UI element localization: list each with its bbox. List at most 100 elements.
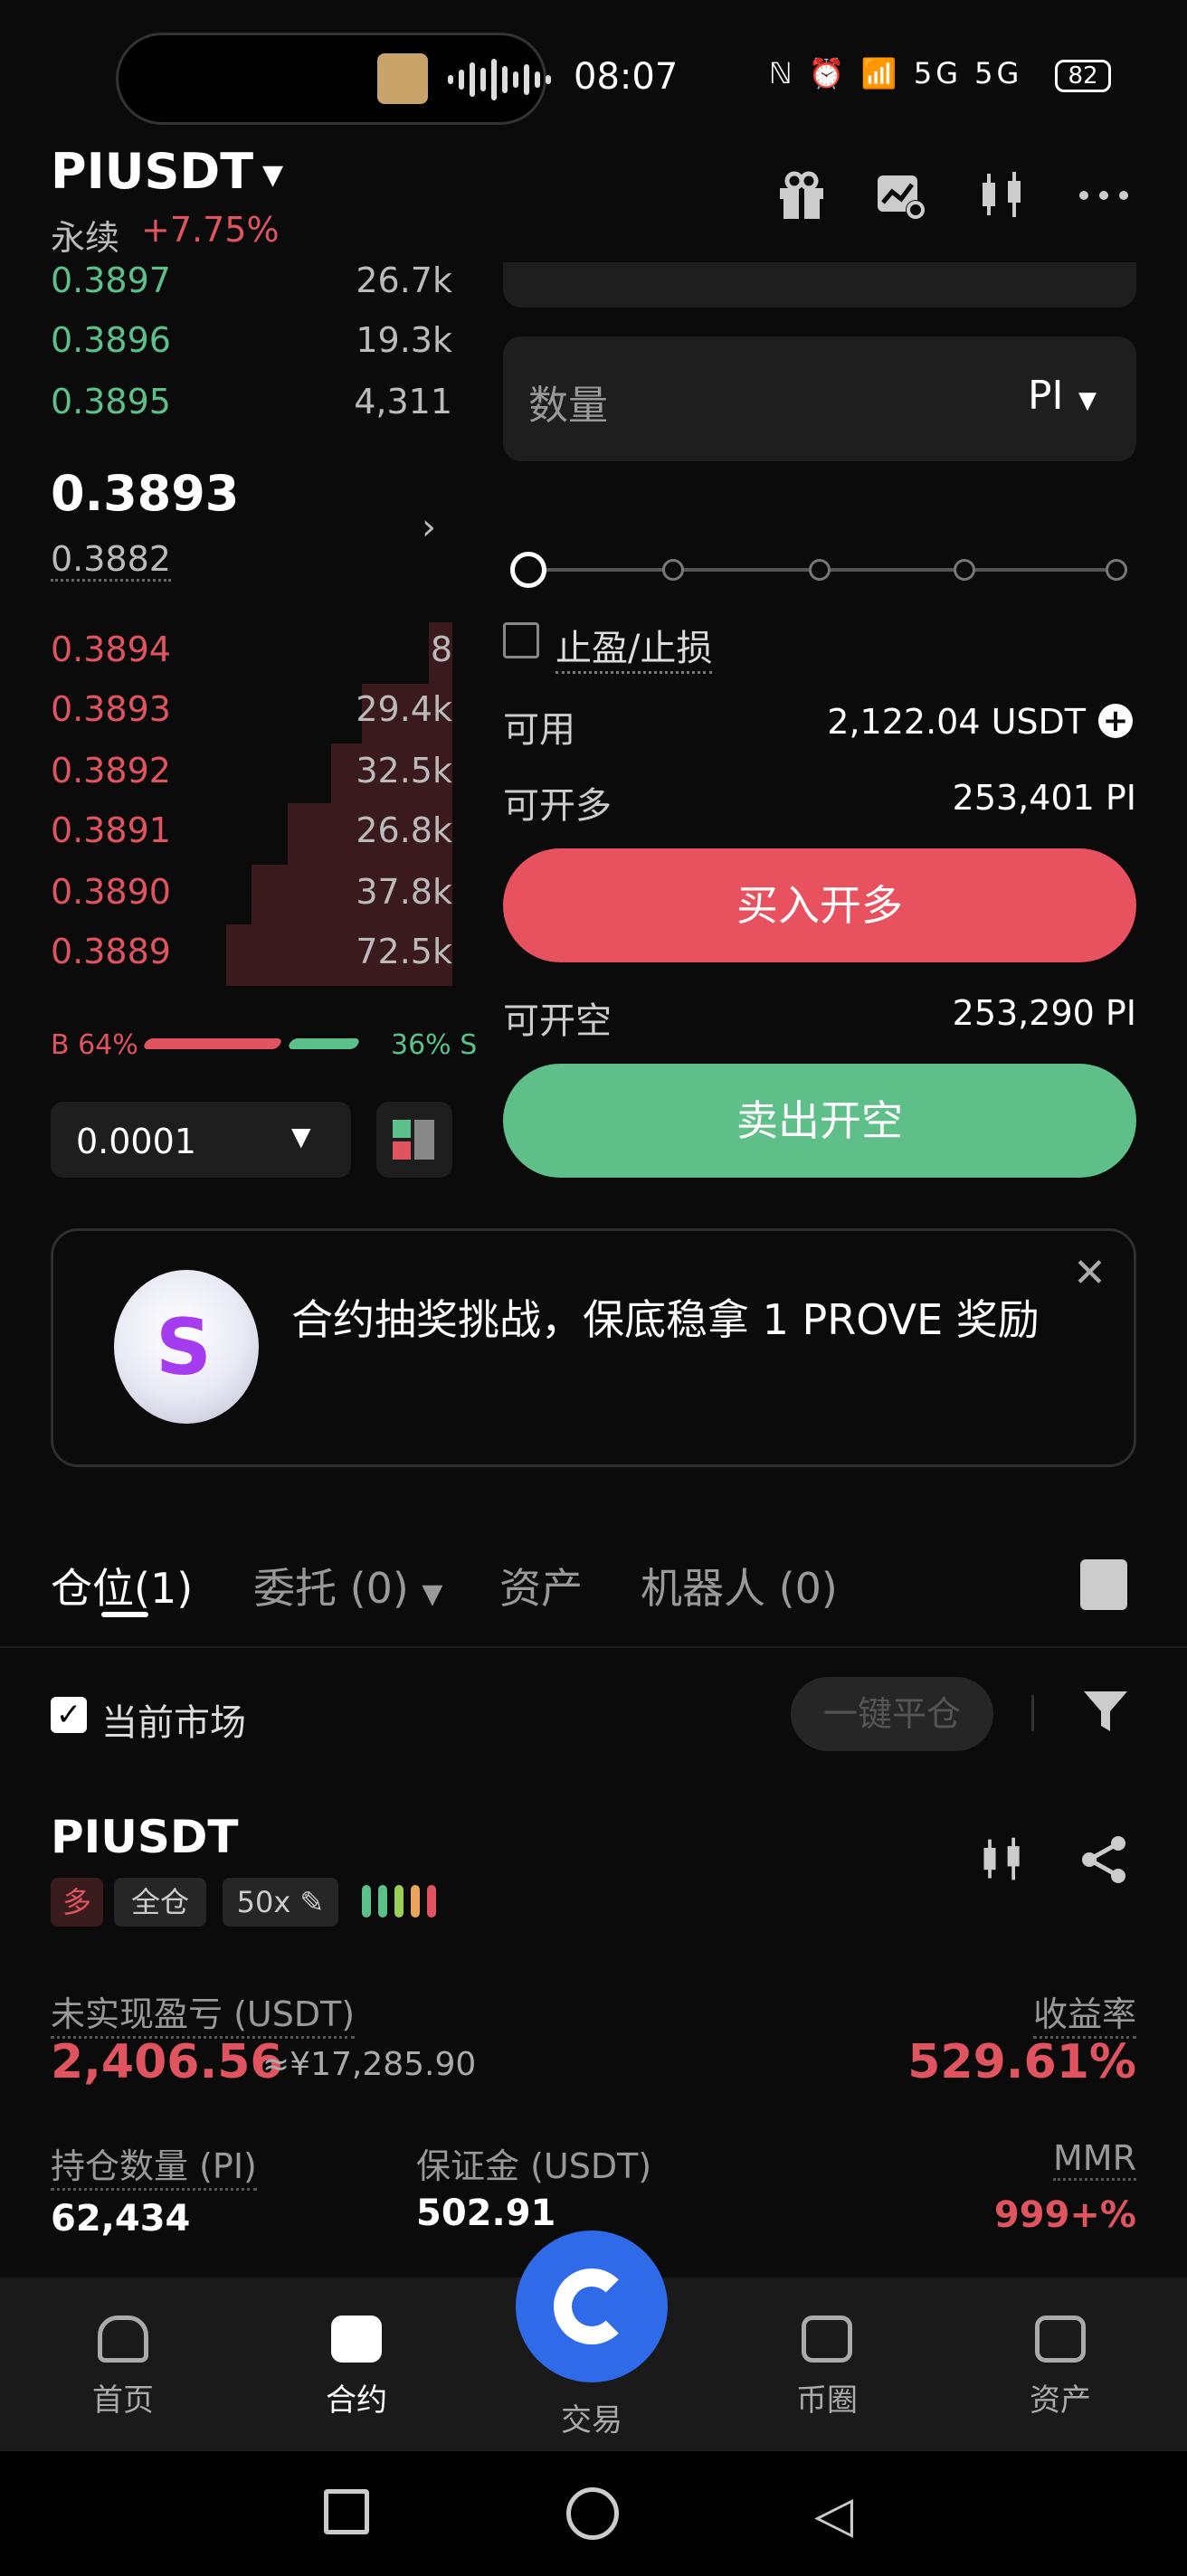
document-icon[interactable] [1080, 1559, 1127, 1610]
share-icon[interactable] [1078, 1834, 1129, 1897]
nav-label: 首页 [92, 2382, 154, 2419]
nav-community[interactable]: 币圈 [736, 2316, 917, 2420]
can-long-value: 253,401 PI [952, 778, 1136, 818]
tab-underline [101, 1612, 148, 1617]
orderbook-row[interactable]: 0.3890 37.8k [51, 872, 452, 926]
quantity-label: 数量 [528, 383, 608, 429]
position-pair[interactable]: PIUSDT [51, 1811, 238, 1863]
pair-selector[interactable]: PIUSDT [51, 143, 253, 200]
slider-step[interactable] [662, 559, 684, 581]
orderbook-row[interactable]: 0.3891 26.8k [51, 810, 452, 865]
order-qty: 72.5k [356, 932, 452, 971]
futures-icon [331, 2316, 382, 2363]
risk-level-bars [362, 1885, 443, 1921]
order-price: 0.3896 [51, 320, 171, 360]
pnl-cny: ≈¥17,285.90 [262, 2046, 477, 2083]
roe-value: 529.61% [907, 2035, 1136, 2089]
nav-label[interactable]: 交易 [516, 2395, 668, 2439]
buy-long-button[interactable]: 买入开多 [503, 848, 1136, 962]
order-qty: 32.5k [356, 751, 452, 791]
tab-bots[interactable]: 机器人 (0) [641, 1556, 838, 1615]
orderbook-row[interactable]: 0.3895 4,311 [51, 382, 452, 436]
leverage-badge[interactable]: 50x ✎ [223, 1878, 338, 1927]
order-price: 0.3889 [51, 932, 171, 971]
orderbook-row[interactable]: 0.3892 32.5k [51, 751, 452, 805]
amount-slider-handle[interactable] [510, 552, 546, 588]
wallet-icon [1035, 2316, 1086, 2363]
tp-sl-label[interactable]: 止盈/止损 [556, 619, 713, 674]
order-qty: 29.4k [356, 689, 452, 729]
chevron-right-icon[interactable]: › [422, 507, 436, 548]
nav-label: 币圈 [796, 2382, 858, 2419]
divider [0, 1646, 1187, 1648]
size-label[interactable]: 持仓数量 (PI) [51, 2138, 257, 2191]
home-icon [98, 2316, 148, 2363]
slider-step[interactable] [809, 559, 831, 581]
orderbook-row[interactable]: 0.3894 8 [51, 630, 452, 684]
back-icon[interactable]: ◁ [814, 2486, 853, 2544]
order-qty: 37.8k [356, 872, 452, 912]
close-icon[interactable]: ✕ [1073, 1250, 1106, 1296]
candlestick-icon[interactable] [977, 1834, 1028, 1897]
nav-futures[interactable]: 合约 [266, 2316, 447, 2420]
order-qty: 8 [430, 630, 452, 669]
home-circle-icon[interactable] [566, 2487, 619, 2540]
slider-step[interactable] [1106, 559, 1127, 581]
current-market-label[interactable]: 当前市场 [101, 1693, 246, 1746]
plus-icon[interactable]: + [1098, 704, 1133, 738]
dynamic-island [116, 33, 551, 125]
order-qty: 26.8k [356, 810, 452, 850]
caret-down-icon[interactable]: ▼ [1078, 387, 1097, 414]
tab-orders[interactable]: 委托 (0) ▼ [253, 1556, 442, 1615]
orderbook-row[interactable]: 0.3896 19.3k [51, 320, 452, 374]
price-change: +7.75% [141, 210, 280, 250]
mark-price[interactable]: 0.3882 [51, 539, 171, 582]
nav-home[interactable]: 首页 [33, 2316, 214, 2420]
order-price: 0.3892 [51, 751, 171, 791]
orderbook-layout-icon[interactable] [376, 1102, 452, 1178]
filter-icon[interactable] [1082, 1688, 1129, 1747]
caret-down-icon[interactable]: ▼ [262, 159, 283, 191]
order-price: 0.3895 [51, 382, 171, 421]
order-qty: 19.3k [356, 320, 452, 360]
media-thumbnail [377, 53, 428, 104]
tab-label: 委托 (0) [253, 1564, 409, 1613]
divider [1031, 1695, 1034, 1731]
promo-text[interactable]: 合约抽奖挑战，保底稳拿 1 PROVE 奖励 [291, 1292, 1051, 1348]
order-qty: 4,311 [354, 382, 452, 421]
nav-label: 资产 [1030, 2382, 1091, 2419]
candlestick-icon[interactable] [975, 168, 1030, 223]
orderbook-row[interactable]: 0.3897 26.7k [51, 260, 452, 315]
recents-icon[interactable] [324, 2489, 369, 2534]
tab-assets[interactable]: 资产 [499, 1556, 583, 1615]
sell-ratio-bar [287, 1038, 361, 1049]
orderbook-row[interactable]: 0.3889 72.5k [51, 932, 452, 986]
current-market-checkbox[interactable]: ✓ [51, 1697, 87, 1733]
sell-short-button[interactable]: 卖出开空 [503, 1064, 1136, 1178]
quantity-unit-select[interactable]: PI [1028, 373, 1064, 419]
more-icon[interactable] [1077, 168, 1131, 223]
last-price[interactable]: 0.3893 [51, 465, 239, 522]
margin-label: 保证金 (USDT) [416, 2146, 652, 2186]
prove-coin-icon: S [114, 1270, 259, 1424]
gift-icon[interactable] [774, 168, 829, 223]
roe-label[interactable]: 收益率 [1032, 1986, 1136, 2039]
chat-icon [802, 2316, 852, 2363]
buy-ratio: B 64% [51, 1029, 138, 1061]
price-input[interactable] [503, 262, 1136, 308]
mmr-label[interactable]: MMR [1053, 2138, 1136, 2181]
nav-assets[interactable]: 资产 [970, 2316, 1151, 2420]
slider-step[interactable] [954, 559, 975, 581]
margin-mode-badge: 全仓 [114, 1878, 206, 1927]
close-all-button[interactable]: 一键平仓 [791, 1677, 993, 1751]
pnl-label[interactable]: 未实现盈亏 (USDT) [51, 1986, 356, 2039]
chart-settings-icon[interactable] [874, 168, 928, 223]
side-badge: 多 [51, 1878, 103, 1927]
trade-button[interactable] [516, 2230, 668, 2382]
tp-sl-checkbox[interactable] [503, 622, 539, 658]
tab-positions[interactable]: 仓位(1) [51, 1556, 193, 1615]
orderbook-row[interactable]: 0.3893 29.4k [51, 689, 452, 743]
nav-label: 合约 [326, 2382, 387, 2419]
order-price: 0.3897 [51, 260, 171, 300]
caret-down-icon[interactable]: ▼ [291, 1122, 311, 1151]
